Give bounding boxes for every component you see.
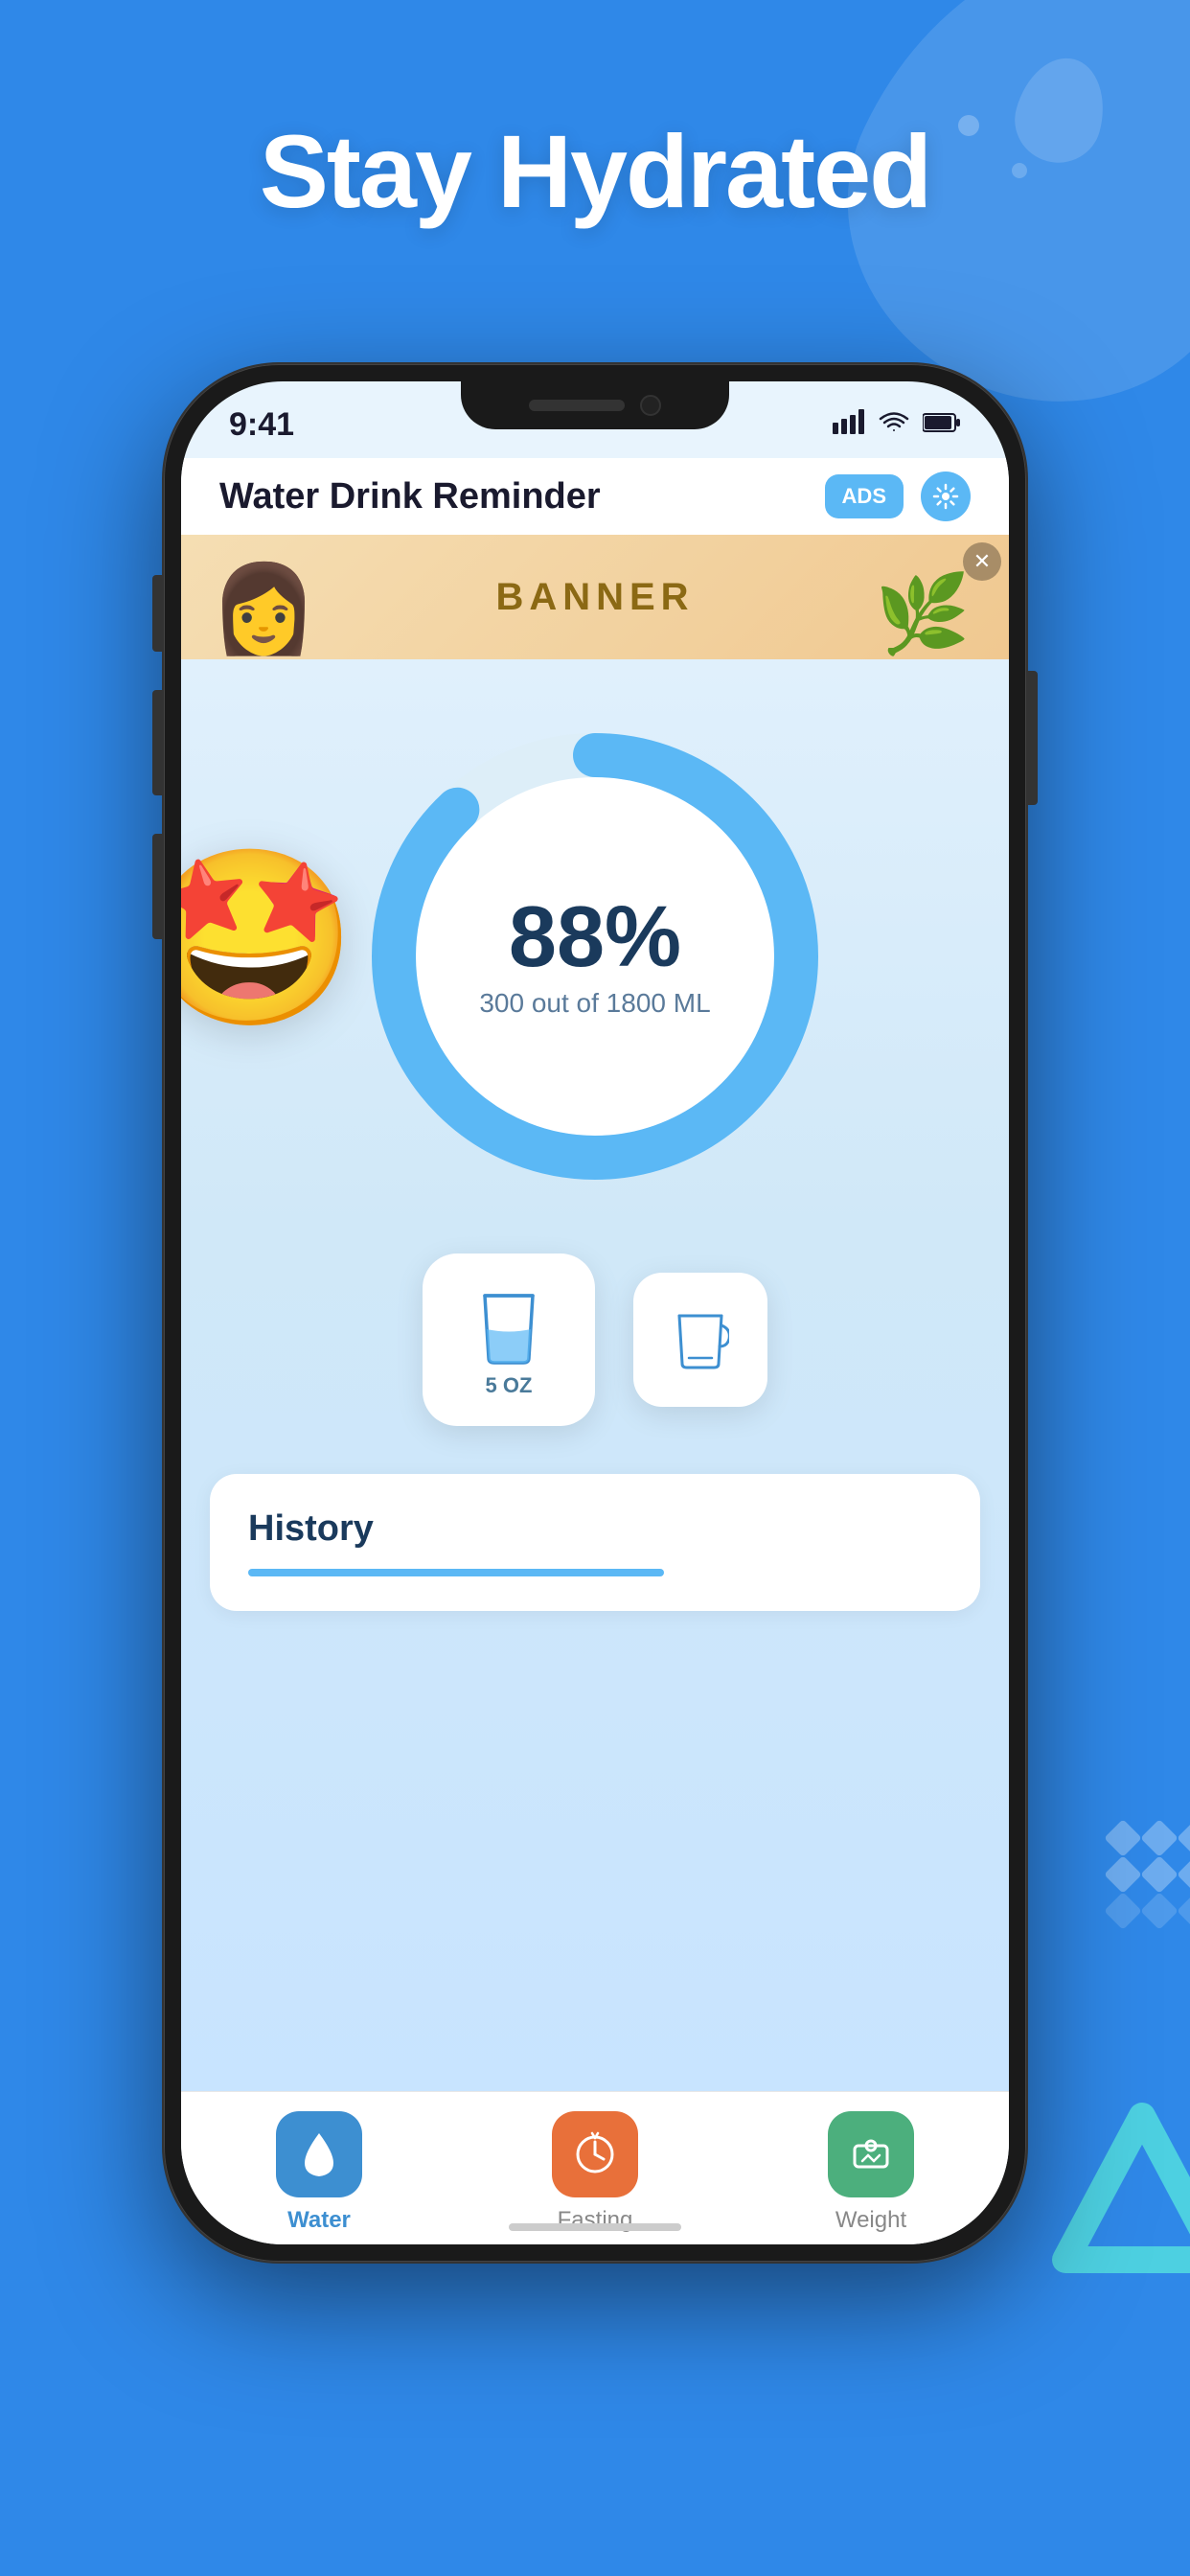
phone-mockup: 9:41 Water Drink Reminder AD [164, 364, 1026, 2377]
weight-tab-label: Weight [835, 2207, 906, 2234]
battery-icon [923, 412, 961, 438]
page-headline: Stay Hydrated [77, 115, 1113, 229]
status-icons [833, 409, 961, 441]
progress-center: 88% 300 out of 1800 ML [479, 894, 710, 1019]
front-camera [640, 395, 661, 416]
wifi-icon [879, 410, 909, 440]
tab-water[interactable]: Water [262, 2111, 377, 2234]
secondary-cup-button[interactable] [633, 1273, 767, 1407]
progress-detail: 300 out of 1800 ML [479, 988, 710, 1019]
diamond-decorations [1110, 1825, 1190, 1924]
banner-figure: 👩 [210, 559, 317, 659]
main-cup-button[interactable]: 5 OZ [423, 1254, 595, 1426]
power-button [1028, 671, 1038, 805]
ads-button[interactable]: ADS [825, 474, 904, 518]
water-tab-icon-wrap [276, 2111, 362, 2197]
banner-plant: 🌿 [875, 569, 971, 659]
progress-section: 🤩 [181, 717, 1009, 1196]
tab-weight[interactable]: Weight [813, 2111, 928, 2234]
clock-icon [571, 2128, 619, 2181]
triangle-logo [1046, 2097, 1190, 2288]
mute-button [152, 575, 162, 652]
custom-cup-icon [672, 1306, 729, 1373]
tab-bar: Water Fasting [181, 2091, 1009, 2244]
progress-percent: 88% [479, 894, 710, 980]
weight-icon [847, 2128, 895, 2181]
app-header: Water Drink Reminder ADS [181, 458, 1009, 535]
app-title: Water Drink Reminder [219, 476, 601, 518]
water-cup-svg [475, 1281, 542, 1368]
weight-tab-icon-wrap [828, 2111, 914, 2197]
history-bar [248, 1569, 664, 1576]
header-buttons: ADS [825, 472, 971, 521]
banner-close-button[interactable]: ✕ [963, 542, 1001, 581]
speaker [529, 400, 625, 411]
banner-text: BANNER [495, 576, 694, 619]
main-content: 🤩 [181, 659, 1009, 2091]
water-drop-icon [295, 2128, 343, 2181]
cup-oz-label: 5 OZ [486, 1373, 533, 1398]
settings-button[interactable] [921, 472, 971, 521]
cup-buttons-row: 5 OZ [181, 1254, 1009, 1426]
banner-ad[interactable]: 👩 BANNER 🌿 ✕ [181, 535, 1009, 659]
volume-down-button [152, 834, 162, 939]
home-indicator [509, 2223, 681, 2231]
water-tab-label: Water [287, 2207, 351, 2234]
status-time: 9:41 [229, 406, 294, 444]
history-section: History [210, 1474, 980, 1611]
tab-fasting[interactable]: Fasting [538, 2111, 652, 2234]
signal-icon [833, 409, 865, 441]
volume-up-button [152, 690, 162, 795]
mood-emoji: 🤩 [181, 853, 357, 1025]
fasting-tab-icon-wrap [552, 2111, 638, 2197]
history-title: History [248, 1508, 942, 1550]
phone-notch [461, 381, 729, 429]
